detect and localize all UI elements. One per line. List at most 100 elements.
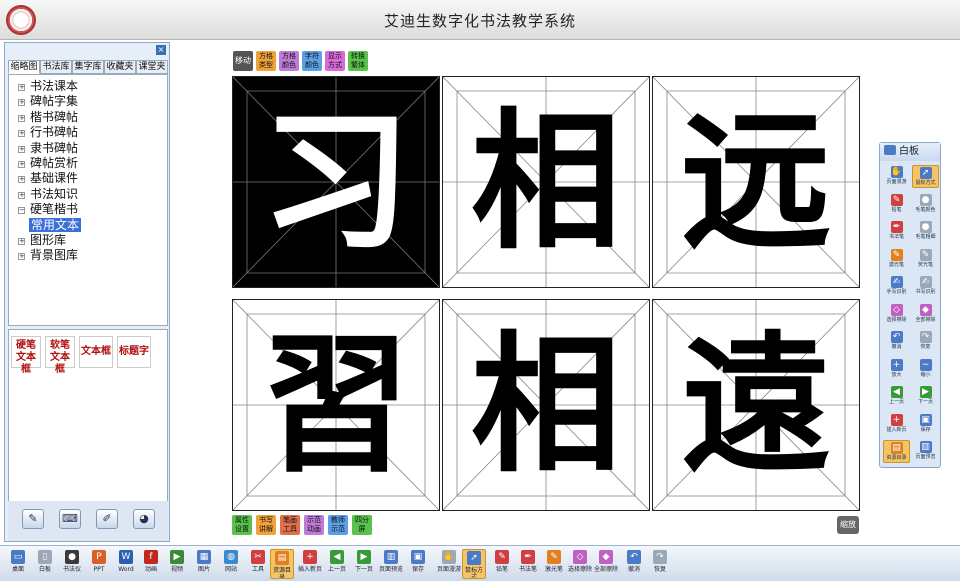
color-palette-icon[interactable]: ◕ [133,509,155,529]
highlighter-button[interactable]: ✎ 荧光笔 [912,248,939,271]
zoom-button[interactable]: 缩放 [837,516,859,534]
undo-button[interactable]: ↶ 撤消 [883,330,910,353]
teaching-tool-button[interactable]: 笔画工具 [280,515,300,535]
tree-item[interactable]: + 书法知识 [9,187,167,202]
prev-page-button[interactable]: ◀ 上一页 [325,549,349,579]
expand-toggle-icon[interactable]: + [18,130,25,138]
character-cell[interactable]: 相 [442,299,650,511]
expand-toggle-icon[interactable]: + [18,237,25,245]
expand-toggle-icon[interactable]: + [18,114,25,122]
resource-dir-button[interactable]: ▤ 资源目录 [270,549,294,579]
picture-button[interactable]: ▦ 图片 [192,549,216,579]
pen-tool-icon[interactable]: ✐ [96,509,118,529]
zoom-out-button[interactable]: − 缩小 [912,358,939,381]
calligraphy-pen-button[interactable]: ✒ 书法笔 [516,549,540,579]
brush-color-button[interactable]: ● 毛笔颜色 [912,193,939,216]
tree-item[interactable]: + 楷书碑帖 [9,110,167,125]
prev-page-button[interactable]: ◀ 上一页 [883,385,910,408]
expand-toggle-icon[interactable]: + [18,176,25,184]
character-cell[interactable]: 相 [442,76,650,288]
video-button[interactable]: ▶ 视频 [165,549,189,579]
tree-item[interactable]: + 背景图库 [9,248,167,263]
recognize-button[interactable]: ✍ 书写识别 [912,275,939,298]
cursor-button[interactable]: ➚ 鼠标方式 [462,549,486,579]
resource-dir-button[interactable]: ▤ 资源目录 [883,440,910,463]
redo-button[interactable]: ↷ 恢复 [648,549,672,579]
camera-button[interactable]: ● 书法仪 [60,549,84,579]
expand-toggle-icon[interactable]: + [18,99,25,107]
calligraphy-pen-button[interactable]: ✒ 书法笔 [883,220,910,243]
pencil-button[interactable]: ✎ 铅笔 [883,193,910,216]
keyboard-icon[interactable]: ⌨ [59,509,81,529]
grid-tool-button[interactable]: 转换繁体 [348,51,368,71]
grid-tool-button[interactable]: 方格颜色 [279,51,299,71]
ppt-button[interactable]: P PPT [87,549,111,579]
character-cell[interactable]: 习 [232,76,440,288]
tab-3[interactable]: 收藏夹 [104,60,136,74]
whiteboard-button[interactable]: ▯ 白板 [33,549,57,579]
next-page-button[interactable]: ▶ 下一页 [352,549,376,579]
brush-size-button[interactable]: ● 毛笔粗细 [912,220,939,243]
eraser-button[interactable]: ◇ 选择擦除 [568,549,592,579]
page-preview-button[interactable]: ▥ 页面预览 [912,440,939,463]
teaching-tool-button[interactable]: 书写讲解 [256,515,276,535]
tab-4[interactable]: 课堂夹 [136,60,168,74]
tree-item[interactable]: + 书法课本 [9,79,167,94]
word-button[interactable]: W Word [114,549,138,579]
tab-0[interactable]: 缩略图 [8,60,40,74]
teaching-tool-button[interactable]: 示范动画 [304,515,324,535]
grid-tool-button[interactable]: 方格类型 [256,51,276,71]
grid-tool-button[interactable]: 字符颜色 [302,51,322,71]
teaching-tool-button[interactable]: 教师示范 [328,515,348,535]
grid-tool-button[interactable]: 显示方式 [325,51,345,71]
next-page-button[interactable]: ▶ 下一页 [912,385,939,408]
hand-button[interactable]: ✋ 页面漫游 [437,549,461,579]
tree-item[interactable]: + 图形库 [9,233,167,248]
character-cell[interactable]: 远 [652,76,860,288]
tab-2[interactable]: 集字库 [72,60,104,74]
tree-item[interactable]: + 行书碑帖 [9,125,167,140]
insert-page-button[interactable]: + 插入新页 [883,413,910,436]
pencil-button[interactable]: ✎ 铅笔 [490,549,514,579]
tree-item[interactable]: + 碑帖字集 [9,94,167,109]
tree-item[interactable]: 常用文本 [9,217,167,233]
cursor-button[interactable]: ➚ 鼠标方式 [912,165,939,188]
laser-pen-button[interactable]: ✎ 激光笔 [883,248,910,271]
clear-all-button[interactable]: ◆ 全部擦除 [594,549,618,579]
text-box-template[interactable]: 软笔 文本框 [45,336,75,375]
teaching-tool-button[interactable]: 四分屏 [352,515,372,535]
clear-all-button[interactable]: ◆ 全部擦除 [912,303,939,326]
desktop-button[interactable]: ▭ 桌面 [6,549,30,579]
text-box-template[interactable]: 文本框 [79,336,113,368]
expand-toggle-icon[interactable]: + [18,84,25,91]
tree-item[interactable]: + 碑帖赏析 [9,156,167,171]
text-box-template[interactable]: 硬笔 文本框 [11,336,41,375]
expand-toggle-icon[interactable]: − [18,207,25,215]
insert-page-button[interactable]: + 插入新页 [298,549,322,579]
expand-toggle-icon[interactable]: + [18,160,25,168]
save-button[interactable]: ▣ 保存 [406,549,430,579]
tree-item[interactable]: + 基础课件 [9,171,167,186]
brush-icon[interactable]: ✎ [22,509,44,529]
eraser-button[interactable]: ◇ 选择擦除 [883,303,910,326]
save-button[interactable]: ▣ 保存 [912,413,939,436]
character-cell[interactable]: 遠 [652,299,860,511]
expand-toggle-icon[interactable]: + [18,191,25,199]
expand-toggle-icon[interactable]: + [18,145,25,153]
zoom-in-button[interactable]: + 放大 [883,358,910,381]
flash-button[interactable]: f 动画 [139,549,163,579]
tree-item[interactable]: + 隶书碑帖 [9,141,167,156]
character-cell[interactable]: 習 [232,299,440,511]
tree-item[interactable]: − 硬笔楷书 [9,202,167,217]
tools-button[interactable]: ✂ 工具 [246,549,270,579]
redo-button[interactable]: ↷ 恢复 [912,330,939,353]
undo-button[interactable]: ↶ 撤消 [622,549,646,579]
handwriting-button[interactable]: ✍ 手写识别 [883,275,910,298]
page-preview-button[interactable]: ▥ 页面预览 [379,549,403,579]
text-box-template[interactable]: 标题字 [117,336,151,368]
grid-tool-button[interactable]: 移动 [233,51,253,71]
tab-1[interactable]: 书法库 [40,60,72,74]
hand-button[interactable]: ✋ 页面漫游 [883,165,910,188]
globe-button[interactable]: ◍ 网站 [219,549,243,579]
laser-pen-button[interactable]: ✎ 激光笔 [542,549,566,579]
